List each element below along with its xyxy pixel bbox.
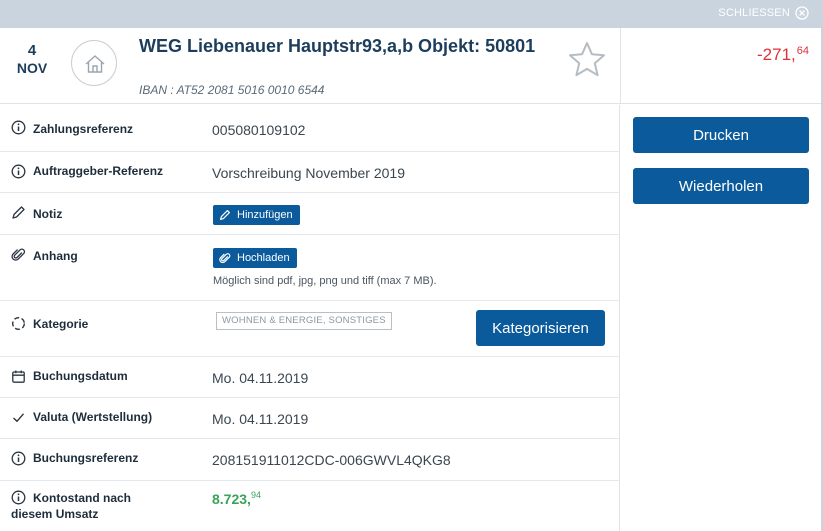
info-icon	[11, 120, 26, 135]
date-month: NOV	[16, 60, 48, 76]
row-kontostand: Kontostand nach diesem Umsatz 8.723,94	[0, 481, 620, 531]
row-value: Mo. 04.11.2019	[212, 370, 309, 386]
amount-main: -271,	[757, 45, 796, 64]
header-divider	[620, 28, 621, 104]
row-label: Kategorie	[33, 317, 89, 331]
upload-label: Hochladen	[237, 252, 290, 264]
transaction-title: WEG Liebenauer Hauptstr93,a,b Objekt: 50…	[139, 36, 536, 56]
account-balance: 8.723,94	[212, 490, 261, 507]
row-label: Valuta (Wertstellung)	[33, 410, 153, 424]
loading-circle-icon	[11, 316, 26, 331]
row-buchungsdatum: Buchungsdatum Mo. 04.11.2019	[0, 357, 620, 398]
row-label: Notiz	[33, 207, 63, 221]
pencil-icon	[12, 206, 25, 219]
row-label: Auftraggeber-Referenz	[33, 164, 164, 178]
row-label: Kontostand nach diesem Umsatz	[11, 490, 131, 522]
row-valuta: Valuta (Wertstellung) Mo. 04.11.2019	[0, 398, 620, 439]
details-list: Zahlungsreferenz 005080109102 Auftraggeb…	[0, 105, 620, 531]
row-notiz: Notiz Hinzufügen	[0, 193, 620, 235]
iban-text: IBAN : AT52 2081 5016 0010 6544	[139, 83, 325, 97]
row-value: Mo. 04.11.2019	[212, 411, 309, 427]
upload-hint: Möglich sind pdf, jpg, png und tiff (max…	[213, 275, 437, 287]
category-tag: WOHNEN & ENERGIE, SONSTIGES	[216, 312, 392, 330]
info-icon	[11, 451, 26, 466]
row-auftraggeber-referenz: Auftraggeber-Referenz Vorschreibung Nove…	[0, 152, 620, 193]
row-buchungsreferenz: Buchungsreferenz 208151911012CDC-006GWVL…	[0, 439, 620, 481]
transaction-detail-panel: 4 NOV WEG Liebenauer Hauptstr93,a,b Obje…	[0, 28, 821, 531]
action-buttons: Drucken Wiederholen	[633, 117, 809, 219]
row-kategorie: Kategorie WOHNEN & ENERGIE, SONSTIGES Ka…	[0, 301, 620, 357]
upload-attachment-button[interactable]: Hochladen	[213, 248, 297, 268]
paperclip-icon	[11, 248, 26, 261]
calendar-icon	[12, 370, 25, 383]
pencil-icon	[220, 210, 230, 220]
row-zahlungsreferenz: Zahlungsreferenz 005080109102	[0, 105, 620, 152]
row-label: Buchungsdatum	[33, 369, 128, 383]
info-icon	[11, 164, 26, 179]
row-label: Buchungsreferenz	[33, 451, 139, 465]
add-note-button[interactable]: Hinzufügen	[213, 205, 300, 225]
close-button[interactable]: SCHLIESSEN	[718, 6, 809, 20]
balance-main: 8.723,	[212, 491, 251, 507]
balance-cents: 94	[250, 490, 261, 500]
categorize-button[interactable]: Kategorisieren	[476, 310, 605, 346]
date-day: 4	[27, 42, 37, 59]
close-circle-icon	[795, 6, 809, 20]
date-block: 4 NOV	[12, 42, 52, 77]
row-label: Anhang	[33, 249, 78, 263]
transaction-amount: -271,64	[757, 45, 809, 65]
checkmark-icon	[13, 413, 25, 423]
category-avatar	[71, 40, 117, 86]
balance-label-line1: Kontostand nach	[33, 491, 131, 505]
amount-cents: 64	[796, 45, 809, 57]
star-icon[interactable]	[567, 41, 607, 79]
top-bar: SCHLIESSEN	[0, 0, 823, 28]
transaction-header: 4 NOV WEG Liebenauer Hauptstr93,a,b Obje…	[0, 28, 821, 104]
row-value: 208151911012CDC-006GWVL4QKG8	[212, 452, 451, 468]
paperclip-icon	[219, 253, 231, 264]
balance-label-line2: diesem Umsatz	[11, 507, 99, 521]
row-value: 005080109102	[212, 122, 306, 138]
house-icon	[85, 55, 105, 73]
add-note-label: Hinzufügen	[237, 209, 293, 221]
close-label: SCHLIESSEN	[718, 7, 790, 19]
row-label: Zahlungsreferenz	[33, 122, 134, 136]
row-anhang: Anhang Hochladen Möglich sind pdf, jpg, …	[0, 235, 620, 301]
print-button[interactable]: Drucken	[633, 117, 809, 153]
row-value: Vorschreibung November 2019	[212, 165, 406, 181]
repeat-button[interactable]: Wiederholen	[633, 168, 809, 204]
